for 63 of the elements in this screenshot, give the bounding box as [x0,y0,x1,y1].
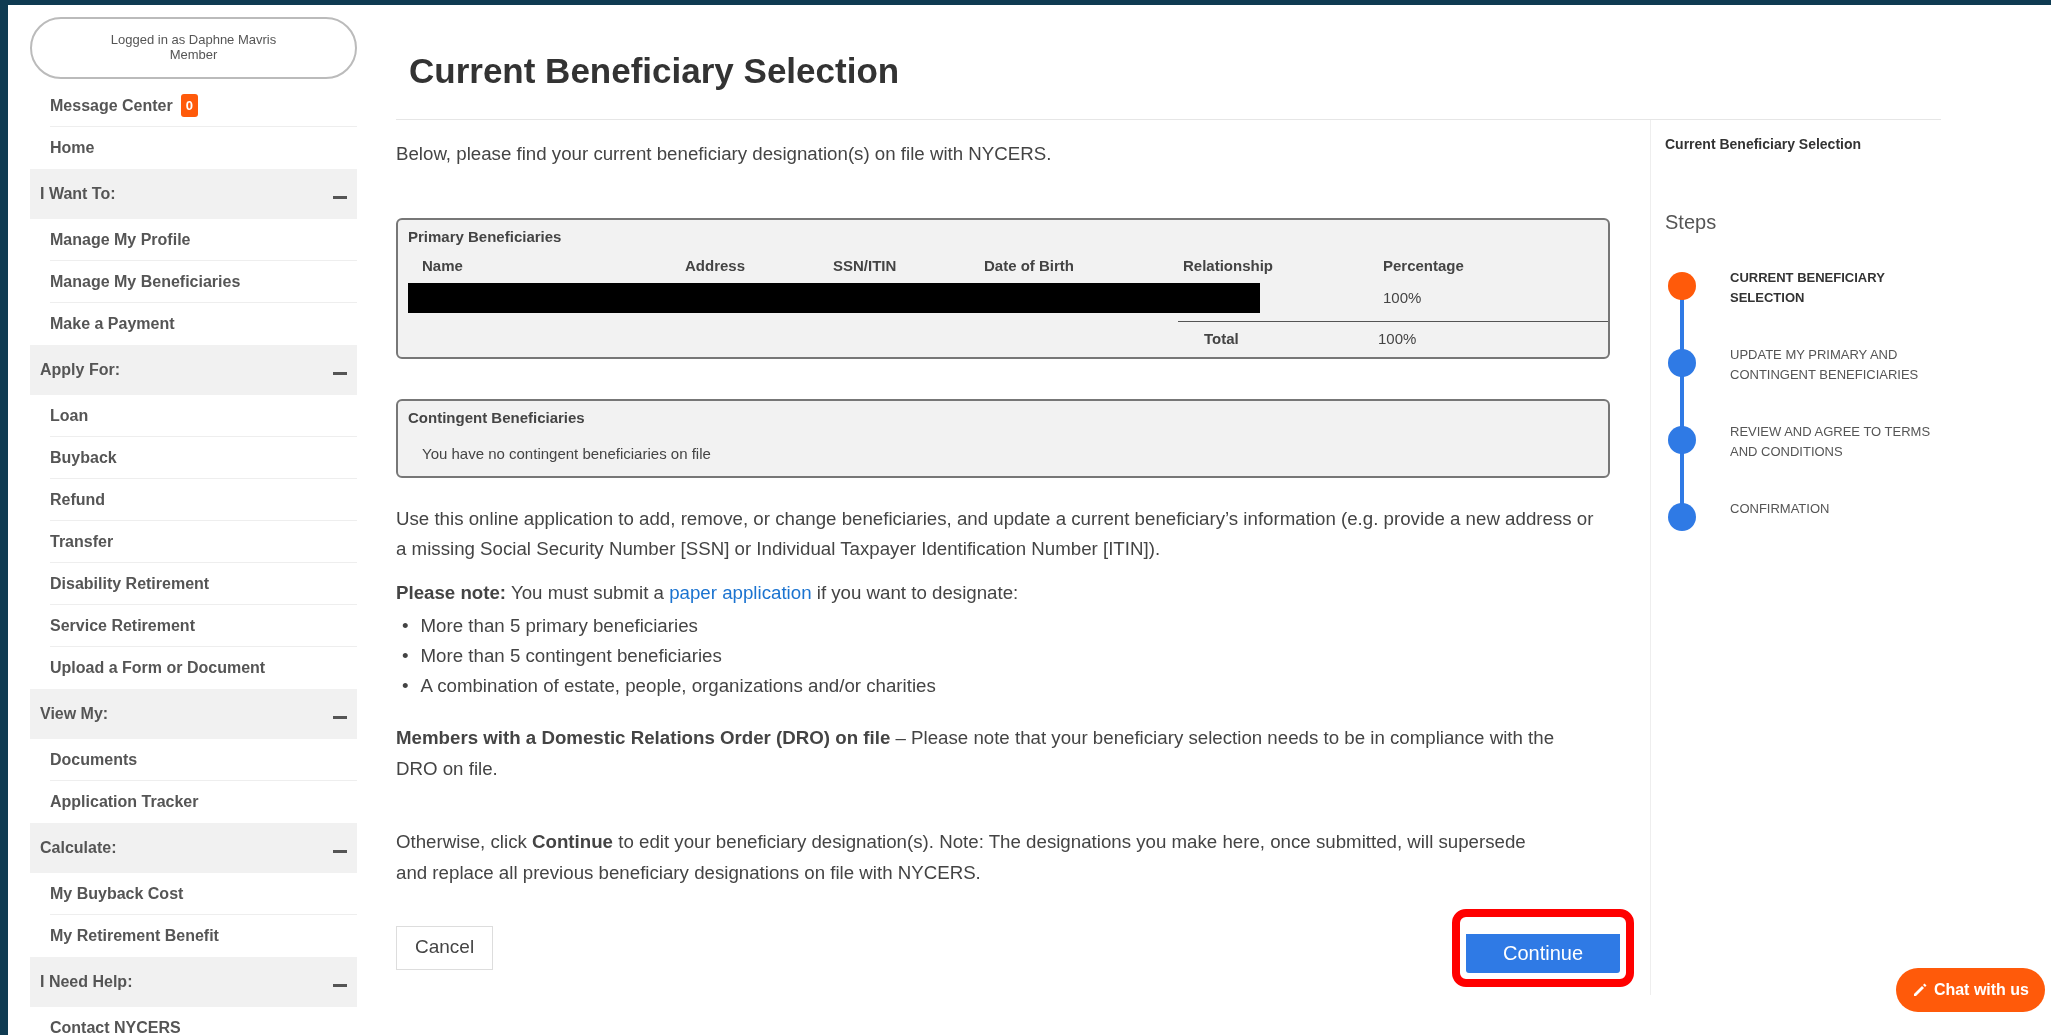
section-title: View My: [40,704,109,724]
sidebar-link[interactable]: Message Center [50,93,173,118]
dro-note-text: Members with a Domestic Relations Order (DRO) on file – Please note that your beneficiary selection needs to be in compliance with the DRO on file. [396,726,1556,781]
sidebar-link[interactable]: Documents [50,747,138,772]
steps-heading: Steps [1665,210,1718,235]
section-title: Calculate: [40,838,117,858]
sidebar-link[interactable]: My Retirement Benefit [50,924,219,948]
column-header: Relationship [1183,255,1274,276]
pencil-icon [1911,982,1928,998]
sidebar-section-header[interactable]: View My: [30,689,357,739]
column-header: Name [422,255,464,276]
section-title: Apply For: [40,360,120,380]
card-title: Primary Beneficiaries [408,227,563,248]
intro-text: Below, please find your current beneficiary designation(s) on file with NYCERS. [396,142,1053,166]
panel-title: Current Beneficiary Selection [1665,135,1863,154]
card-title: Contingent Beneficiaries [408,407,586,428]
step-label: CURRENT BENEFICIARY SELECTION [1730,269,1886,307]
column-header: Address [685,255,747,276]
sidebar-link[interactable]: Transfer [50,529,114,554]
sidebar-section-header[interactable]: Apply For: [30,345,357,395]
sidebar-link[interactable]: Contact NYCERS [50,1016,181,1035]
note-text: Please note: You must submit a paper application if you want to designate: [396,581,1020,606]
user-name-text: Logged in as Daphne Mavris [110,33,277,48]
total-value: 100% [1378,329,1418,350]
bullet-item: More than 5 primary beneficiaries [420,614,698,639]
bullet-marker: • [402,644,409,669]
empty-message: You have no contingent beneficiaries on file [421,444,712,465]
sidebar-section-header[interactable]: Calculate: [30,823,357,873]
sidebar-link[interactable]: My Buyback Cost [50,881,184,906]
total-label: Total [1203,329,1240,350]
sidebar-link[interactable]: Manage My Profile [50,227,191,252]
page-title: Current Beneficiary Selection [409,50,901,92]
step-label: REVIEW AND AGREE TO TERMS AND CONDITIONS [1730,423,1932,461]
sidebar-link[interactable]: Upload a Form or Document [50,656,266,680]
sidebar-section-header[interactable]: I Need Help: [30,957,357,1007]
sidebar-link[interactable]: Disability Retirement [50,571,210,596]
column-header: SSN/ITIN [833,255,898,276]
cancel-button[interactable]: Cancel [396,925,494,970]
table-cell-text: 100% [1382,287,1423,308]
column-header: Percentage [1383,255,1465,276]
sidebar-link[interactable]: Manage My Beneficiaries [50,269,241,294]
sidebar-link[interactable]: Loan [50,403,89,428]
sidebar-link[interactable]: Home [50,136,95,160]
section-title: I Want To: [40,184,116,204]
bullet-item: More than 5 contingent beneficiaries [420,644,722,669]
bullet-marker: • [402,614,409,639]
sidebar-link[interactable]: Service Retirement [50,613,195,638]
sidebar-link[interactable]: Buyback [50,445,117,470]
section-title: I Need Help: [40,972,133,992]
bullet-marker: • [402,674,409,699]
paper-application-link[interactable]: paper application [669,582,812,604]
sidebar-link[interactable]: Application Tracker [50,790,199,814]
sidebar-link[interactable]: Make a Payment [50,312,175,336]
step-label: UPDATE MY PRIMARY AND CONTINGENT BENEFICIARIES [1730,346,1920,384]
column-header: Date of Birth [984,255,1075,276]
message-count-badge: 0 [180,93,198,118]
description-text: Use this online application to add, remove, or change beneficiaries, and update a current beneficiary’s information (e.g. provide a new address or a missing Social Security Number [SSN] or Individual Taxpayer Identification Number [ITIN]). [396,506,1595,562]
bullet-item: A combination of estate, people, organizations and/or charities [420,674,936,699]
continue-note-text: Otherwise, click Continue to edit your beneficiary designation(s). Note: The designations you make here, once submitted, will supersede and replace all previous beneficiary designations on file with NYCERS. [396,829,1527,885]
sidebar-link[interactable]: Refund [50,487,106,512]
sidebar-section-header[interactable]: I Want To: [30,169,357,219]
step-label: CONFIRMATION [1730,500,1831,518]
user-role-text: Member [169,48,218,63]
